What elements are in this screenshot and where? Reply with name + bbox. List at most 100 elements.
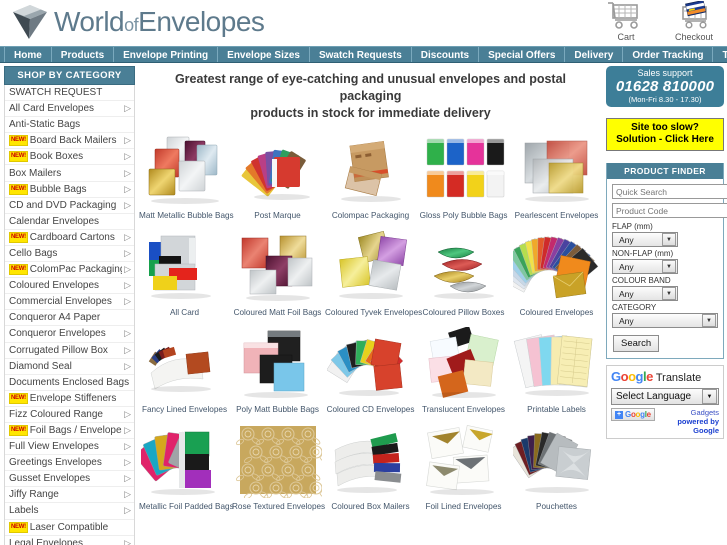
product-image-pouchettes-fan[interactable] — [510, 421, 603, 501]
product-finder-search-button[interactable]: Search — [613, 335, 660, 352]
product-label[interactable]: Translucent Envelopes — [417, 404, 510, 421]
product-cell-pillow-boxes[interactable]: Coloured Pillow Boxes — [417, 227, 510, 324]
nav-item-order-tracking[interactable]: Order Tracking — [623, 47, 714, 62]
sidebar-item-greetings-envelopes[interactable]: Greetings Envelopes ▷ — [5, 455, 134, 472]
product-image-pillow-boxes[interactable] — [417, 227, 510, 307]
product-cell-matt-foil-bags[interactable]: Coloured Matt Foil Bags — [231, 227, 324, 324]
sidebar-item-cello-bags[interactable]: Cello Bags ▷ — [5, 246, 134, 263]
sidebar-item-full-view-envelopes[interactable]: Full View Envelopes ▷ — [5, 439, 134, 456]
sidebar-item-all-card-envelopes[interactable]: All Card Envelopes ▷ — [5, 101, 134, 118]
product-cell-cd-envelopes-fan[interactable]: Coloured CD Envelopes — [324, 324, 417, 421]
product-image-foil-lined-open[interactable] — [417, 421, 510, 501]
sidebar-item-foil-bags-envelopes[interactable]: NEW! Foil Bags / Envelopes ▷ — [5, 423, 134, 440]
google-gadget-button[interactable]: + Google — [611, 408, 655, 421]
product-cell-poly-bubble-grid[interactable]: Gloss Poly Bubble Bags — [417, 130, 510, 227]
product-image-matt-foil-bags[interactable] — [231, 227, 324, 307]
site-logo[interactable]: WorldofEnvelopes — [10, 2, 265, 42]
product-image-poly-matt-bubble[interactable] — [231, 324, 324, 404]
product-cell-pearlescent-stack[interactable]: Pearlescent Envelopes — [510, 130, 603, 227]
checkout-button[interactable]: Checkout — [669, 0, 719, 42]
product-image-printable-label-sheets[interactable] — [510, 324, 603, 404]
product-label[interactable]: Gloss Poly Bubble Bags — [417, 210, 510, 227]
product-image-translucent-scatter[interactable] — [417, 324, 510, 404]
product-cell-poly-matt-bubble[interactable]: Poly Matt Bubble Bags — [231, 324, 324, 421]
product-cell-box-mailers-fan[interactable]: Coloured Box Mailers — [324, 421, 417, 518]
finder-select-flap-mm-[interactable]: Any ▼ — [612, 232, 678, 247]
sidebar-item-jiffy-range[interactable]: Jiffy Range ▷ — [5, 487, 134, 504]
product-cell-rose-textured-swatch[interactable]: Rose Textured Envelopes — [231, 421, 325, 518]
product-image-coloured-envelope-fan[interactable] — [510, 227, 603, 307]
product-label[interactable]: Coloured Tyvek Envelopes — [324, 307, 422, 324]
sidebar-item-diamond-seal[interactable]: Diamond Seal ▷ — [5, 359, 134, 375]
product-label[interactable]: Rose Textured Envelopes — [231, 501, 325, 518]
sidebar-item-laser-compatible[interactable]: NEW! Laser Compatible — [5, 520, 134, 536]
sidebar-item-board-back-mailers[interactable]: NEW! Board Back Mailers ▷ — [5, 133, 134, 150]
product-label[interactable]: Colompac Packaging — [324, 210, 417, 227]
product-label[interactable]: Printable Labels — [510, 404, 603, 421]
product-label[interactable]: Poly Matt Bubble Bags — [231, 404, 324, 421]
sidebar-item-cd-and-dvd-packaging[interactable]: CD and DVD Packaging ▷ — [5, 198, 134, 214]
product-cell-metallic-bubble-bags[interactable]: Matt Metallic Bubble Bags — [138, 130, 234, 227]
product-image-metallic-bubble-bags[interactable] — [138, 130, 231, 210]
nav-item-swatch-requests[interactable]: Swatch Requests — [310, 47, 412, 62]
product-cell-pouchettes-fan[interactable]: Pouchettes — [510, 421, 603, 518]
product-image-tyvek-envelopes[interactable] — [324, 227, 417, 307]
nav-item-home[interactable]: Home — [4, 47, 52, 62]
nav-item-discounts[interactable]: Discounts — [412, 47, 480, 62]
sidebar-item-book-boxes[interactable]: NEW! Book Boxes ▷ — [5, 149, 134, 166]
product-label[interactable]: All Card — [138, 307, 231, 324]
sidebar-item-labels[interactable]: Labels ▷ — [5, 503, 134, 520]
product-label[interactable]: Coloured Box Mailers — [324, 501, 417, 518]
product-label[interactable]: Matt Metallic Bubble Bags — [138, 210, 234, 227]
sidebar-item-commercial-envelopes[interactable]: Commercial Envelopes ▷ — [5, 294, 134, 311]
finder-select-colour-band[interactable]: Any ▼ — [612, 286, 678, 301]
finder-select-non-flap-mm-[interactable]: Any ▼ — [612, 259, 678, 274]
product-cell-fancy-lined-fan[interactable]: Fancy Lined Envelopes — [138, 324, 231, 421]
sidebar-item-documents-enclosed-bags[interactable]: Documents Enclosed Bags — [5, 375, 134, 391]
product-image-all-card-stack[interactable] — [138, 227, 231, 307]
product-image-pearlescent-stack[interactable] — [510, 130, 603, 210]
product-cell-tyvek-envelopes[interactable]: Coloured Tyvek Envelopes — [324, 227, 422, 324]
sidebar-item-corrugated-pillow-box[interactable]: Corrugated Pillow Box ▷ — [5, 343, 134, 359]
sidebar-item-bubble-bags[interactable]: NEW! Bubble Bags ▷ — [5, 182, 134, 198]
product-label[interactable]: Foil Lined Envelopes — [417, 501, 510, 518]
product-image-poly-bubble-grid[interactable] — [417, 130, 510, 210]
product-image-foil-padded-fan[interactable] — [138, 421, 231, 501]
language-select[interactable]: Select Language ▼ — [611, 388, 719, 405]
product-label[interactable]: Fancy Lined Envelopes — [138, 404, 231, 421]
sidebar-item-anti-static-bags[interactable]: Anti-Static Bags — [5, 117, 134, 134]
nav-item-delivery[interactable]: Delivery — [565, 47, 624, 62]
product-image-rose-textured-swatch[interactable] — [231, 421, 324, 501]
cart-button[interactable]: Cart — [601, 1, 651, 42]
nav-item-envelope-printing[interactable]: Envelope Printing — [114, 47, 219, 62]
product-label[interactable]: Metallic Foil Padded Bags — [138, 501, 234, 518]
product-image-post-marque-fan[interactable] — [231, 130, 324, 210]
product-cell-foil-padded-fan[interactable]: Metallic Foil Padded Bags — [138, 421, 234, 518]
sidebar-item-envelope-stiffeners[interactable]: NEW! Envelope Stiffeners — [5, 391, 134, 407]
product-cell-coloured-envelope-fan[interactable]: Coloured Envelopes — [510, 227, 603, 324]
sidebar-item-cardboard-cartons[interactable]: NEW! Cardboard Cartons ▷ — [5, 230, 134, 246]
sidebar-item-legal-envelopes[interactable]: Legal Envelopes ▷ — [5, 536, 134, 545]
sidebar-item-fizz-coloured-range[interactable]: Fizz Coloured Range ▷ — [5, 407, 134, 423]
product-cell-foil-lined-open[interactable]: Foil Lined Envelopes — [417, 421, 510, 518]
product-label[interactable]: Coloured CD Envelopes — [324, 404, 417, 421]
nav-item-special-offers[interactable]: Special Offers — [479, 47, 566, 62]
product-label[interactable]: Post Marque — [231, 210, 324, 227]
nav-item-products[interactable]: Products — [52, 47, 115, 62]
product-cell-printable-label-sheets[interactable]: Printable Labels — [510, 324, 603, 421]
sidebar-item-gusset-envelopes[interactable]: Gusset Envelopes ▷ — [5, 471, 134, 488]
product-cell-kraft-boxes[interactable]: Colompac Packaging — [324, 130, 417, 227]
product-image-fancy-lined-fan[interactable] — [138, 324, 231, 404]
product-label[interactable]: Coloured Matt Foil Bags — [231, 307, 324, 324]
finder-select-category[interactable]: Any ▼ — [612, 313, 718, 328]
sidebar-item-coloured-envelopes[interactable]: Coloured Envelopes ▷ — [5, 278, 134, 295]
product-label[interactable]: Coloured Envelopes — [510, 307, 603, 324]
sidebar-item-conqueror-a4-paper[interactable]: Conqueror A4 Paper — [5, 310, 134, 327]
sidebar-item-conqueror-envelopes[interactable]: Conqueror Envelopes ▷ — [5, 326, 134, 343]
nav-item-envelope-sizes[interactable]: Envelope Sizes — [218, 47, 310, 62]
sidebar-item-box-mailers[interactable]: Box Mailers ▷ — [5, 165, 134, 182]
product-label[interactable]: Pearlescent Envelopes — [510, 210, 603, 227]
product-cell-translucent-scatter[interactable]: Translucent Envelopes — [417, 324, 510, 421]
product-image-kraft-boxes[interactable] — [324, 130, 417, 210]
product-cell-post-marque-fan[interactable]: Post Marque — [231, 130, 324, 227]
